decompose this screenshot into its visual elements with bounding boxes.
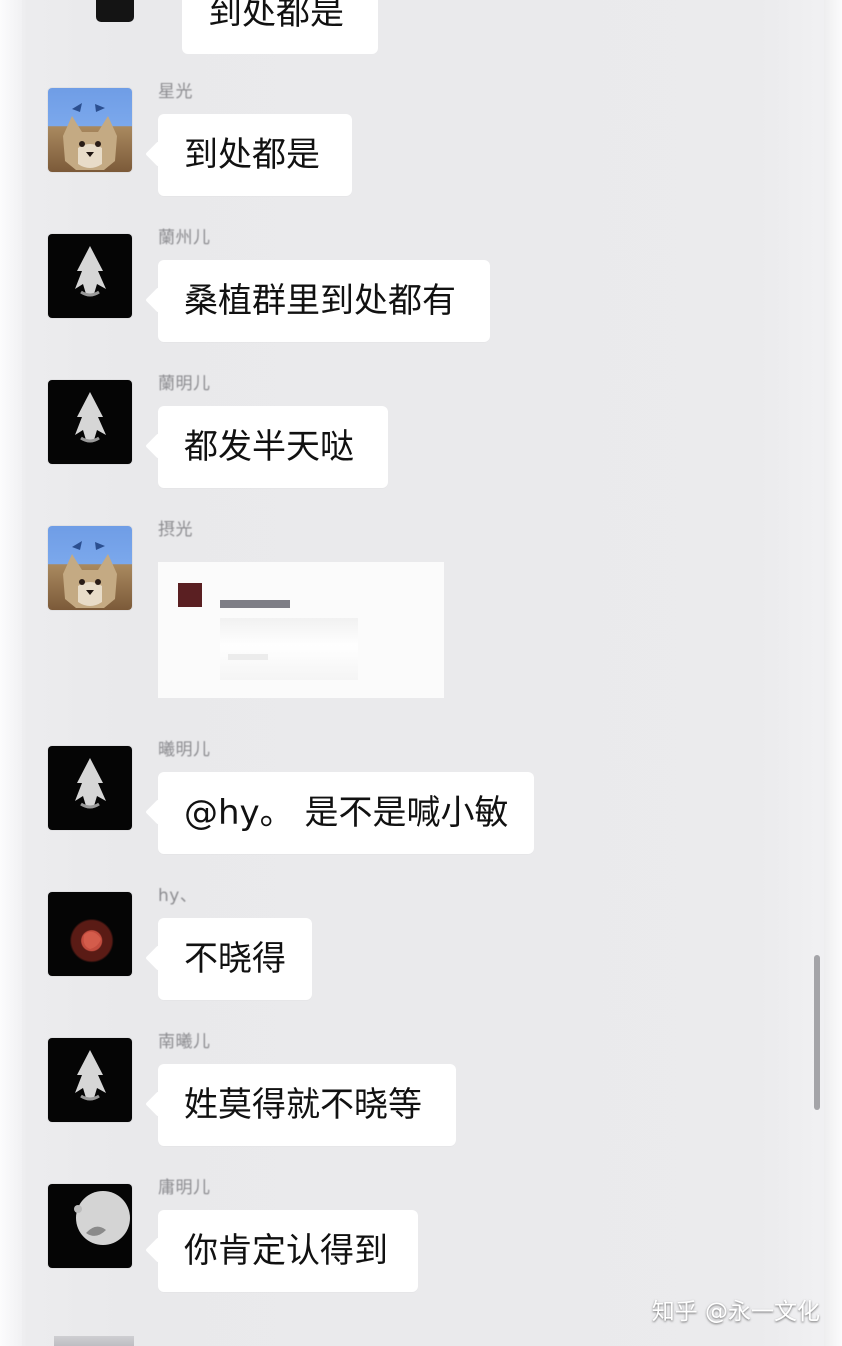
image-thumbnail-detail [228,654,268,660]
right-edge-shadow [824,0,842,1346]
partial-next-message [54,1336,134,1346]
message-text: 桑植群里到处都有 [184,281,456,321]
hooded-figure-avatar-icon[interactable] [48,380,132,464]
message-text: 你肯定认得到 [184,1231,388,1271]
sender-name: 庸明儿 [158,1178,211,1198]
message-bubble[interactable]: 不晓得 [158,918,312,1000]
left-edge-shadow [0,0,22,1346]
dog-avatar-icon[interactable] [48,526,132,610]
message-bubble[interactable]: @hy。 是不是喊小敏 [158,772,534,854]
message-bubble[interactable]: 你肯定认得到 [158,1210,418,1292]
image-thumbnail-bar [220,600,290,608]
source-watermark: 知乎 @永一文化 [651,1299,820,1325]
partial-message-bubble[interactable]: 到处都是 [182,0,378,54]
message-bubble[interactable]: 姓莫得就不晓等 [158,1064,456,1146]
sender-name: 摂光 [158,520,193,540]
sender-name: 星光 [158,82,193,102]
message-text: 都发半天哒 [184,427,354,467]
message-bubble[interactable]: 都发半天哒 [158,406,388,488]
message-text: @hy。 是不是喊小敏 [184,793,509,833]
chat-message-list[interactable]: 到处都是 星光 到处都是 蘭州儿 桑植群里到处都有 蘭明儿 都发半天哒 摂光 曦… [24,0,824,1346]
message-bubble[interactable]: 到处都是 [158,114,352,196]
partial-avatar[interactable] [96,0,134,22]
red-glow-avatar-icon[interactable] [48,892,132,976]
sender-name: 南曦儿 [158,1032,211,1052]
message-bubble[interactable]: 桑植群里到处都有 [158,260,490,342]
image-thumbnail-content [220,618,358,680]
vertical-scrollbar[interactable] [814,955,820,1110]
hooded-figure-avatar-icon[interactable] [48,1038,132,1122]
sender-name: 蘭明儿 [158,374,211,394]
moon-avatar-icon[interactable] [48,1184,132,1268]
hooded-figure-avatar-icon[interactable] [48,234,132,318]
message-text: 不晓得 [184,939,286,979]
hooded-figure-avatar-icon[interactable] [48,746,132,830]
message-text: 到处都是 [208,0,344,33]
sender-name: hy、 [158,886,198,906]
sender-name: 蘭州儿 [158,228,211,248]
sender-name: 曦明儿 [158,740,211,760]
message-text: 到处都是 [184,135,320,175]
dog-avatar-icon[interactable] [48,88,132,172]
shared-image-message[interactable] [158,562,444,698]
message-text: 姓莫得就不晓等 [184,1085,422,1125]
image-thumbnail-mark [178,583,202,607]
chat-screen: 到处都是 星光 到处都是 蘭州儿 桑植群里到处都有 蘭明儿 都发半天哒 摂光 曦… [0,0,842,1346]
